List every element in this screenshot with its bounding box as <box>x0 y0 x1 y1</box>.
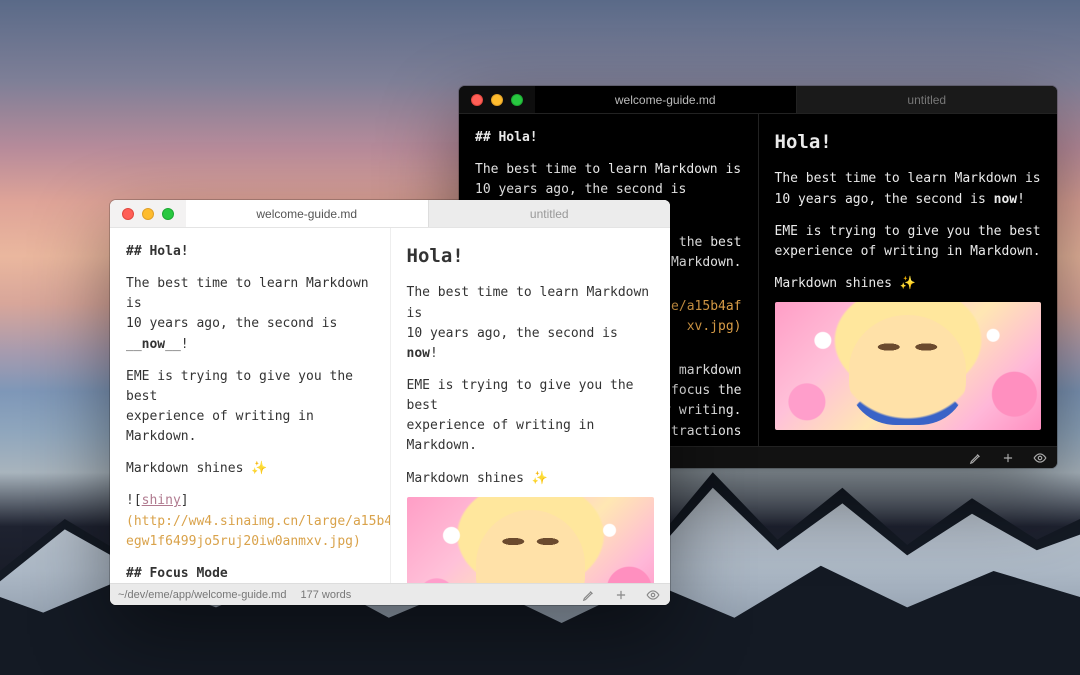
sparkle-icon: ✨ <box>251 461 267 476</box>
image-syntax: ![shiny] <box>126 491 374 511</box>
preview-line: EME is trying to give you the best <box>407 376 655 416</box>
editor-body: ## Hola! The best time to learn Markdown… <box>110 228 670 583</box>
preview-heading: Hola! <box>775 128 1042 157</box>
plus-icon[interactable] <box>612 588 630 602</box>
preview-line: Markdown shines ✨ <box>407 469 655 489</box>
word-count: 177 words <box>300 589 351 601</box>
line: ## Hola! <box>475 128 742 148</box>
tab-untitled[interactable]: untitled <box>796 86 1058 113</box>
window-controls <box>459 86 535 113</box>
pencil-icon[interactable] <box>580 588 598 602</box>
preview-line: 10 years ago, the second is now! <box>407 324 655 364</box>
preview-heading: Hola! <box>407 242 655 271</box>
zoom-icon[interactable] <box>162 208 174 220</box>
line: ## Hola! <box>126 242 374 262</box>
titlebar[interactable]: welcome-guide.md untitled <box>459 86 1057 114</box>
file-path: ~/dev/eme/app/welcome-guide.md <box>118 589 286 601</box>
window-controls <box>110 200 186 227</box>
line: experience of writing in Markdown. <box>126 407 374 447</box>
sparkle-icon: ✨ <box>532 471 548 486</box>
image-url: egw1f6499jo5ruj20iw0anmxv.jpg) <box>126 532 374 552</box>
sparkle-icon: ✨ <box>900 276 916 291</box>
preview-line: experience of writing in Markdown. <box>775 242 1042 262</box>
line: ## Focus Mode <box>126 564 374 583</box>
tab-welcome-guide[interactable]: welcome-guide.md <box>186 200 428 227</box>
status-bar: ~/dev/eme/app/welcome-guide.md 177 words <box>110 583 670 605</box>
line: 10 years ago, the second is __now__! <box>126 314 374 354</box>
line: The best time to learn Markdown is <box>475 160 742 180</box>
preview-line: experience of writing in Markdown. <box>407 416 655 456</box>
pencil-icon[interactable] <box>967 451 985 465</box>
preview-image-shiny <box>775 302 1042 430</box>
minimize-icon[interactable] <box>142 208 154 220</box>
markdown-source-pane[interactable]: ## Hola! The best time to learn Markdown… <box>110 228 390 583</box>
eye-icon[interactable] <box>644 588 662 602</box>
tab-untitled[interactable]: untitled <box>428 200 671 227</box>
line: EME is trying to give you the best <box>126 367 374 407</box>
plus-icon[interactable] <box>999 451 1017 465</box>
preview-image-shiny <box>407 497 655 583</box>
close-icon[interactable] <box>471 94 483 106</box>
markdown-preview-pane[interactable]: Hola! The best time to learn Markdown is… <box>758 114 1058 446</box>
preview-line: The best time to learn Markdown is <box>775 169 1042 189</box>
close-icon[interactable] <box>122 208 134 220</box>
preview-line: The best time to learn Markdown is <box>407 283 655 323</box>
titlebar[interactable]: welcome-guide.md untitled <box>110 200 670 228</box>
preview-line: EME is trying to give you the best <box>775 222 1042 242</box>
editor-window-light: welcome-guide.md untitled ## Hola! The b… <box>110 200 670 605</box>
tab-welcome-guide[interactable]: welcome-guide.md <box>535 86 796 113</box>
zoom-icon[interactable] <box>511 94 523 106</box>
line: Markdown shines ✨ <box>126 459 374 479</box>
preview-line: Markdown shines ✨ <box>775 274 1042 294</box>
preview-line: 10 years ago, the second is now! <box>775 190 1042 210</box>
eye-icon[interactable] <box>1031 451 1049 465</box>
line: The best time to learn Markdown is <box>126 274 374 314</box>
markdown-preview-pane[interactable]: Hola! The best time to learn Markdown is… <box>390 228 671 583</box>
image-url: (http://ww4.sinaimg.cn/large/a15b4af <box>126 512 374 532</box>
minimize-icon[interactable] <box>491 94 503 106</box>
